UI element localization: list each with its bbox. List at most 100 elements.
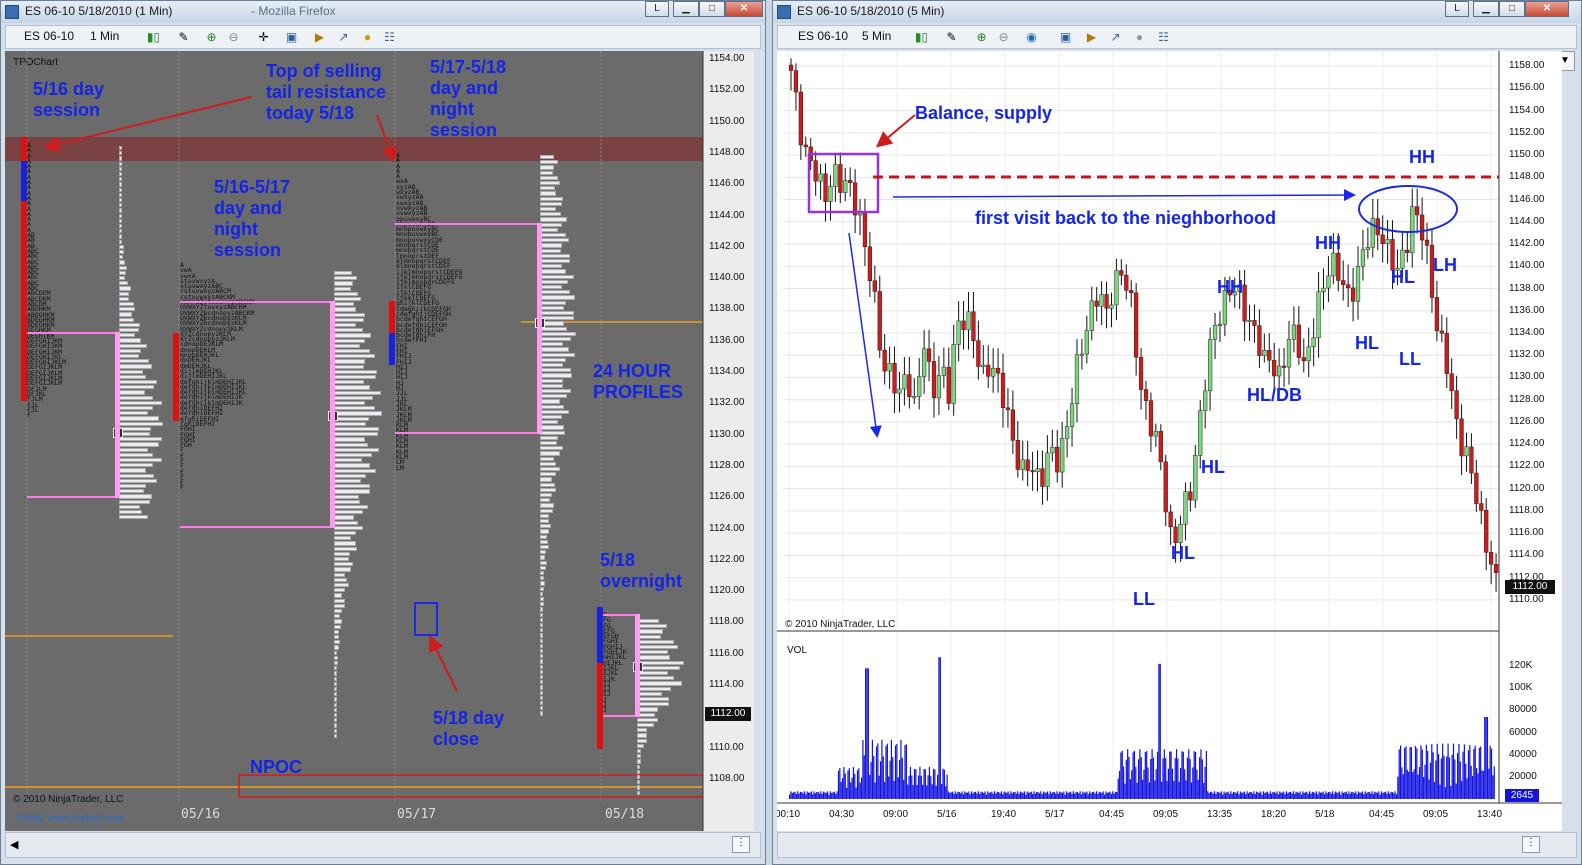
volume-bar (1091, 792, 1093, 799)
maximize-button[interactable]: □ (699, 1, 725, 17)
profile-bar (637, 634, 662, 639)
volume-bar (951, 791, 954, 799)
strategy-icon[interactable]: ▶ (312, 30, 327, 45)
interval-selector[interactable]: 1 Min (90, 29, 119, 43)
properties-icon[interactable]: ▣ (284, 30, 299, 45)
date-label: 05/18 (605, 807, 645, 822)
minimize-button[interactable]: ▁ (673, 1, 699, 17)
minimize-button[interactable]: ▁ (1473, 1, 1499, 17)
volume-bar (1223, 791, 1225, 799)
volume-bar (1234, 792, 1236, 799)
bar-type-icon[interactable]: ▮▯ (914, 30, 929, 45)
zoom-out-icon[interactable]: ⊖ (996, 30, 1011, 45)
profile-bar (540, 441, 557, 446)
zoom-in-icon[interactable]: ⊕ (974, 30, 989, 45)
candlestick-chart-svg (777, 51, 1562, 831)
profile-bar (119, 515, 148, 520)
money-icon[interactable]: ● (1132, 30, 1147, 45)
profile-bar (334, 546, 357, 551)
candle-down (1296, 324, 1301, 358)
zoom-out-icon[interactable]: ⊖ (226, 30, 241, 45)
money-icon[interactable]: ● (360, 30, 375, 45)
profile-bar (334, 515, 355, 520)
tpo-chart-panel[interactable]: TPOChart A A A A A A A A A A A A A A A A… (5, 51, 754, 831)
instrument-selector[interactable]: ES 06-10 (798, 29, 848, 43)
value-area-box (601, 614, 637, 717)
candle-down (931, 361, 937, 399)
strategy-icon[interactable]: ▶ (1084, 30, 1099, 45)
volume-bar (1308, 791, 1311, 799)
drawing-tool-icon[interactable]: ✎ (944, 30, 959, 45)
volume-bar (1065, 791, 1068, 799)
candlestick-chart-panel[interactable]: Balance, supply first visit back to the … (777, 51, 1562, 831)
profile-bar (334, 723, 337, 728)
candle-down (1454, 390, 1459, 420)
volume-bar (1288, 792, 1290, 799)
price-tick-label: 1124.00 (709, 522, 745, 534)
volume-bar (1447, 743, 1449, 799)
volume-bar (1408, 771, 1410, 799)
close-button[interactable]: ✕ (725, 1, 763, 17)
profile-bar (334, 588, 346, 593)
properties-icon[interactable]: ▣ (1058, 30, 1073, 45)
instrument-selector[interactable]: ES 06-10 (24, 29, 74, 43)
profile-bar (119, 296, 129, 302)
restore-button[interactable]: L (645, 1, 669, 17)
bar-type-icon[interactable]: ▮▯ (146, 30, 161, 45)
volume-bar (1228, 793, 1231, 799)
restore-button[interactable]: L (1445, 1, 1469, 17)
scroll-thumb[interactable]: ⋮ (732, 836, 750, 853)
profile-bar (334, 291, 359, 297)
indicator-icon[interactable]: ↗ (1108, 30, 1123, 45)
volume-bar (1184, 769, 1186, 799)
vol-current-tag: 2645 (1505, 789, 1539, 802)
profile-bar (119, 302, 134, 307)
volume-bar (989, 792, 992, 799)
profile-bar (334, 380, 365, 385)
indicator-icon[interactable]: ↗ (336, 30, 351, 45)
candle-up (1050, 446, 1055, 454)
right-titlebar[interactable]: ES 06-10 5/18/2010 (5 Min) L ▁ □ ✕ (773, 1, 1581, 23)
volume-bar (1298, 792, 1300, 799)
data-box-icon[interactable]: ☷ (1156, 30, 1171, 45)
zoom-in-icon[interactable]: ⊕ (204, 30, 219, 45)
candle-up (917, 376, 922, 397)
globe-icon[interactable]: ◉ (1024, 30, 1039, 45)
volume-bar (1431, 744, 1433, 799)
interval-selector[interactable]: 5 Min (862, 29, 891, 43)
close-button[interactable]: ✕ (1525, 1, 1569, 17)
maximize-button[interactable]: □ (1499, 1, 1525, 17)
candle-up (1247, 320, 1252, 323)
volume-bar (1148, 782, 1150, 799)
initial-balance-bar (597, 607, 603, 663)
drawing-tool-icon[interactable]: ✎ (176, 30, 191, 45)
candle-down (1489, 552, 1494, 565)
profile-bar (334, 598, 345, 603)
volume-bar (1276, 791, 1278, 799)
left-scrollbar[interactable]: ◀ ⋮ (5, 832, 761, 858)
left-window: ES 06-10 5/18/2010 (1 Min) - Mozilla Fir… (0, 0, 766, 865)
volume-bar (1250, 791, 1252, 799)
price-tick-label: 1130.00 (1509, 371, 1545, 383)
volume-bar (1000, 791, 1002, 799)
volume-bar (1405, 746, 1407, 799)
crosshair-icon[interactable]: ✛ (256, 30, 271, 45)
candle-down (813, 160, 818, 182)
current-price-tag: 1112.00 (1505, 580, 1555, 594)
profile-bar (540, 472, 556, 477)
left-titlebar[interactable]: ES 06-10 5/18/2010 (1 Min) - Mozilla Fir… (1, 1, 765, 23)
profile-bar (540, 352, 575, 357)
candle-down (1424, 239, 1430, 246)
scroll-thumb[interactable]: ⋮ (1522, 836, 1540, 853)
profile-bar (334, 286, 351, 291)
right-scrollbar[interactable]: ⋮ (777, 832, 1577, 858)
profile-bar (540, 259, 570, 264)
scroll-left-arrow[interactable]: ◀ (10, 838, 18, 851)
candle-up (936, 375, 942, 399)
price-tick-label: 1148.00 (709, 146, 745, 158)
data-box-icon[interactable]: ☷ (382, 30, 397, 45)
volume-bar (1086, 791, 1088, 799)
initial-balance-bar (389, 301, 395, 333)
volume-bar (1410, 747, 1413, 799)
volume-bar (1469, 744, 1471, 799)
